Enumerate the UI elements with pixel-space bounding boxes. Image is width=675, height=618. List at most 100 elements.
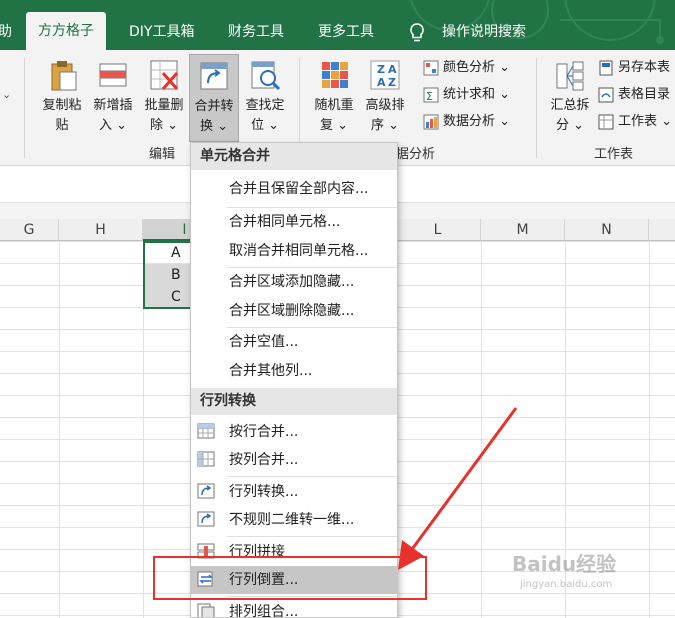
insert-label-2: 入 ⌄ xyxy=(98,118,128,133)
annotation-highlight-box xyxy=(153,556,427,600)
save-as-label: 另存本表 xyxy=(618,60,671,75)
tab-more-tools[interactable]: 更多工具 xyxy=(318,14,374,50)
insert-button[interactable]: 新增插 入 ⌄ xyxy=(88,54,138,142)
group-label-edit: 编辑 xyxy=(149,147,176,162)
row-merge-icon xyxy=(197,423,215,439)
stat-sum-item[interactable]: Σ 统计求和 ⌄ xyxy=(423,83,510,107)
menu-item-permutation[interactable]: 排列组合... xyxy=(191,598,397,618)
random-blocks-icon xyxy=(322,62,348,88)
table-directory-label: 表格目录 xyxy=(618,87,671,102)
table-directory-item[interactable]: 表格目录 xyxy=(598,83,670,107)
summary-split-icon xyxy=(556,61,584,91)
lightbulb-icon xyxy=(410,23,424,42)
color-grid-icon xyxy=(423,60,439,75)
merge-convert-icon xyxy=(200,62,228,90)
svg-text:Z: Z xyxy=(388,76,396,89)
watermark-sub: jingyan.baidu.com xyxy=(520,579,613,590)
menu-item-unmerge-same[interactable]: 取消合并相同单元格... xyxy=(191,237,397,265)
menu-item-merge-by-col-label: 按列合并... xyxy=(229,452,299,468)
advanced-sort-button[interactable]: Z A A Z 高级排 序 ⌄ xyxy=(360,54,410,142)
random-repeat-button[interactable]: 随机重 复 ⌄ xyxy=(309,54,359,142)
summary-split-label-2: 分 ⌄ xyxy=(555,118,585,133)
collapse-chevron-icon[interactable]: ⌄ xyxy=(2,88,11,101)
menu-item-merge-remove-hidden[interactable]: 合并区域删除隐藏... xyxy=(191,297,397,325)
svg-text:Σ: Σ xyxy=(426,90,433,103)
batch-delete-button[interactable]: 批量删 除 ⌄ xyxy=(139,54,189,142)
menu-item-merge-keep-all[interactable]: 合并且保留全部内容... xyxy=(191,175,397,203)
tab-search[interactable]: 操作说明搜索 xyxy=(442,14,526,50)
column-header-h[interactable]: H xyxy=(59,219,143,241)
advanced-sort-label-1: 高级排 xyxy=(365,98,405,113)
menu-item-row-col-convert-label: 行列转换... xyxy=(229,484,299,500)
col-merge-icon xyxy=(197,451,215,467)
table-directory-icon xyxy=(598,87,614,102)
delete-grid-icon xyxy=(150,60,179,90)
ribbon-separator xyxy=(536,58,537,158)
tab-diy-toolbox[interactable]: DIY工具箱 xyxy=(129,14,194,50)
merge-convert-button[interactable]: 合并转 换 ⌄ xyxy=(189,54,239,142)
color-analysis-item[interactable]: 颜色分析 ⌄ xyxy=(423,56,510,80)
find-locate-button[interactable]: 查找定 位 ⌄ xyxy=(240,54,290,142)
tab-partial[interactable]: 助 xyxy=(0,14,12,50)
menu-item-merge-by-col[interactable]: 按列合并... xyxy=(191,446,397,474)
summary-split-label-1: 汇总拆 xyxy=(550,98,590,113)
menu-item-merge-empty[interactable]: 合并空值... xyxy=(191,328,397,356)
save-as-icon xyxy=(599,60,613,75)
column-header-m[interactable]: M xyxy=(481,219,565,241)
copy-paste-button[interactable]: 复制粘 贴 xyxy=(37,54,87,142)
menu-item-merge-same[interactable]: 合并相同单元格... xyxy=(191,208,397,236)
menu-item-irregular-2d-to-1d[interactable]: 不规则二维转一维... xyxy=(191,506,397,534)
data-analysis-label: 数据分析 xyxy=(443,114,496,129)
merge-convert-label-2: 换 ⌄ xyxy=(199,119,229,134)
tab-fangfang[interactable]: 方方格子 xyxy=(26,12,106,50)
insert-rows-icon xyxy=(99,63,127,87)
ribbon-separator xyxy=(24,58,25,158)
menu-item-row-col-convert[interactable]: 行列转换... xyxy=(191,478,397,506)
worksheet-icon xyxy=(598,114,614,129)
random-repeat-label-1: 随机重 xyxy=(314,98,354,113)
data-analysis-item[interactable]: 数据分析 ⌄ xyxy=(423,110,510,134)
color-analysis-label: 颜色分析 xyxy=(443,60,496,75)
stat-sum-label: 统计求和 xyxy=(443,87,496,102)
menu-item-merge-by-row-label: 按行合并... xyxy=(229,424,299,440)
permutation-icon xyxy=(197,603,215,617)
insert-label-1: 新增插 xyxy=(93,98,133,113)
copy-paste-label-2: 贴 xyxy=(55,118,69,133)
menu-item-irregular-2d-to-1d-label: 不规则二维转一维... xyxy=(229,512,355,528)
watermark-main: Baidu经验 xyxy=(512,552,617,576)
grid-line xyxy=(481,241,482,618)
batch-delete-label-2: 除 ⌄ xyxy=(149,118,179,133)
menu-item-merge-add-hidden[interactable]: 合并区域添加隐藏... xyxy=(191,268,397,296)
grid-line xyxy=(59,241,60,618)
menu-item-merge-by-row[interactable]: 按行合并... xyxy=(191,418,397,446)
column-header-l[interactable]: L xyxy=(395,219,481,241)
find-magnifier-icon xyxy=(251,61,281,91)
clipboard-icon xyxy=(51,61,77,91)
column-header-overflow xyxy=(649,219,675,241)
group-label-data-analysis: 据分析 xyxy=(396,147,436,162)
worksheet-label: 工作表 xyxy=(618,114,658,129)
menu-section-row-col-convert: 行列转换 xyxy=(191,388,397,415)
sum-icon: Σ xyxy=(423,87,439,103)
group-label-worksheet: 工作表 xyxy=(594,147,634,162)
ribbon-tab-bar: 助 方方格子 DIY工具箱 财务工具 更多工具 操作说明搜索 xyxy=(0,0,675,50)
merge-convert-label-1: 合并转 xyxy=(194,99,234,114)
merge-convert-dropdown: 单元格合并 合并且保留全部内容... 合并相同单元格... 取消合并相同单元格.… xyxy=(190,142,398,618)
summary-split-button[interactable]: 汇总拆 分 ⌄ xyxy=(545,54,595,142)
find-locate-label-1: 查找定 xyxy=(245,98,285,113)
save-as-item[interactable]: 另存本表 xyxy=(598,56,670,80)
worksheet-item[interactable]: 工作表 ⌄ xyxy=(598,110,672,134)
column-header-n[interactable]: N xyxy=(565,219,649,241)
menu-section-cell-merge: 单元格合并 xyxy=(191,143,397,170)
svg-text:A: A xyxy=(377,76,386,89)
column-header-g[interactable]: G xyxy=(0,219,59,241)
two-d-to-one-d-icon xyxy=(197,511,215,527)
tab-finance-tools[interactable]: 财务工具 xyxy=(228,14,284,50)
menu-divider xyxy=(227,476,397,477)
sort-az-icon: Z A A Z xyxy=(370,60,400,90)
menu-item-merge-other-cols[interactable]: 合并其他列... xyxy=(191,357,397,385)
advanced-sort-label-2: 序 ⌄ xyxy=(370,118,400,133)
batch-delete-label-1: 批量删 xyxy=(144,98,184,113)
menu-item-permutation-label: 排列组合... xyxy=(229,604,299,618)
svg-text:A: A xyxy=(388,63,397,76)
